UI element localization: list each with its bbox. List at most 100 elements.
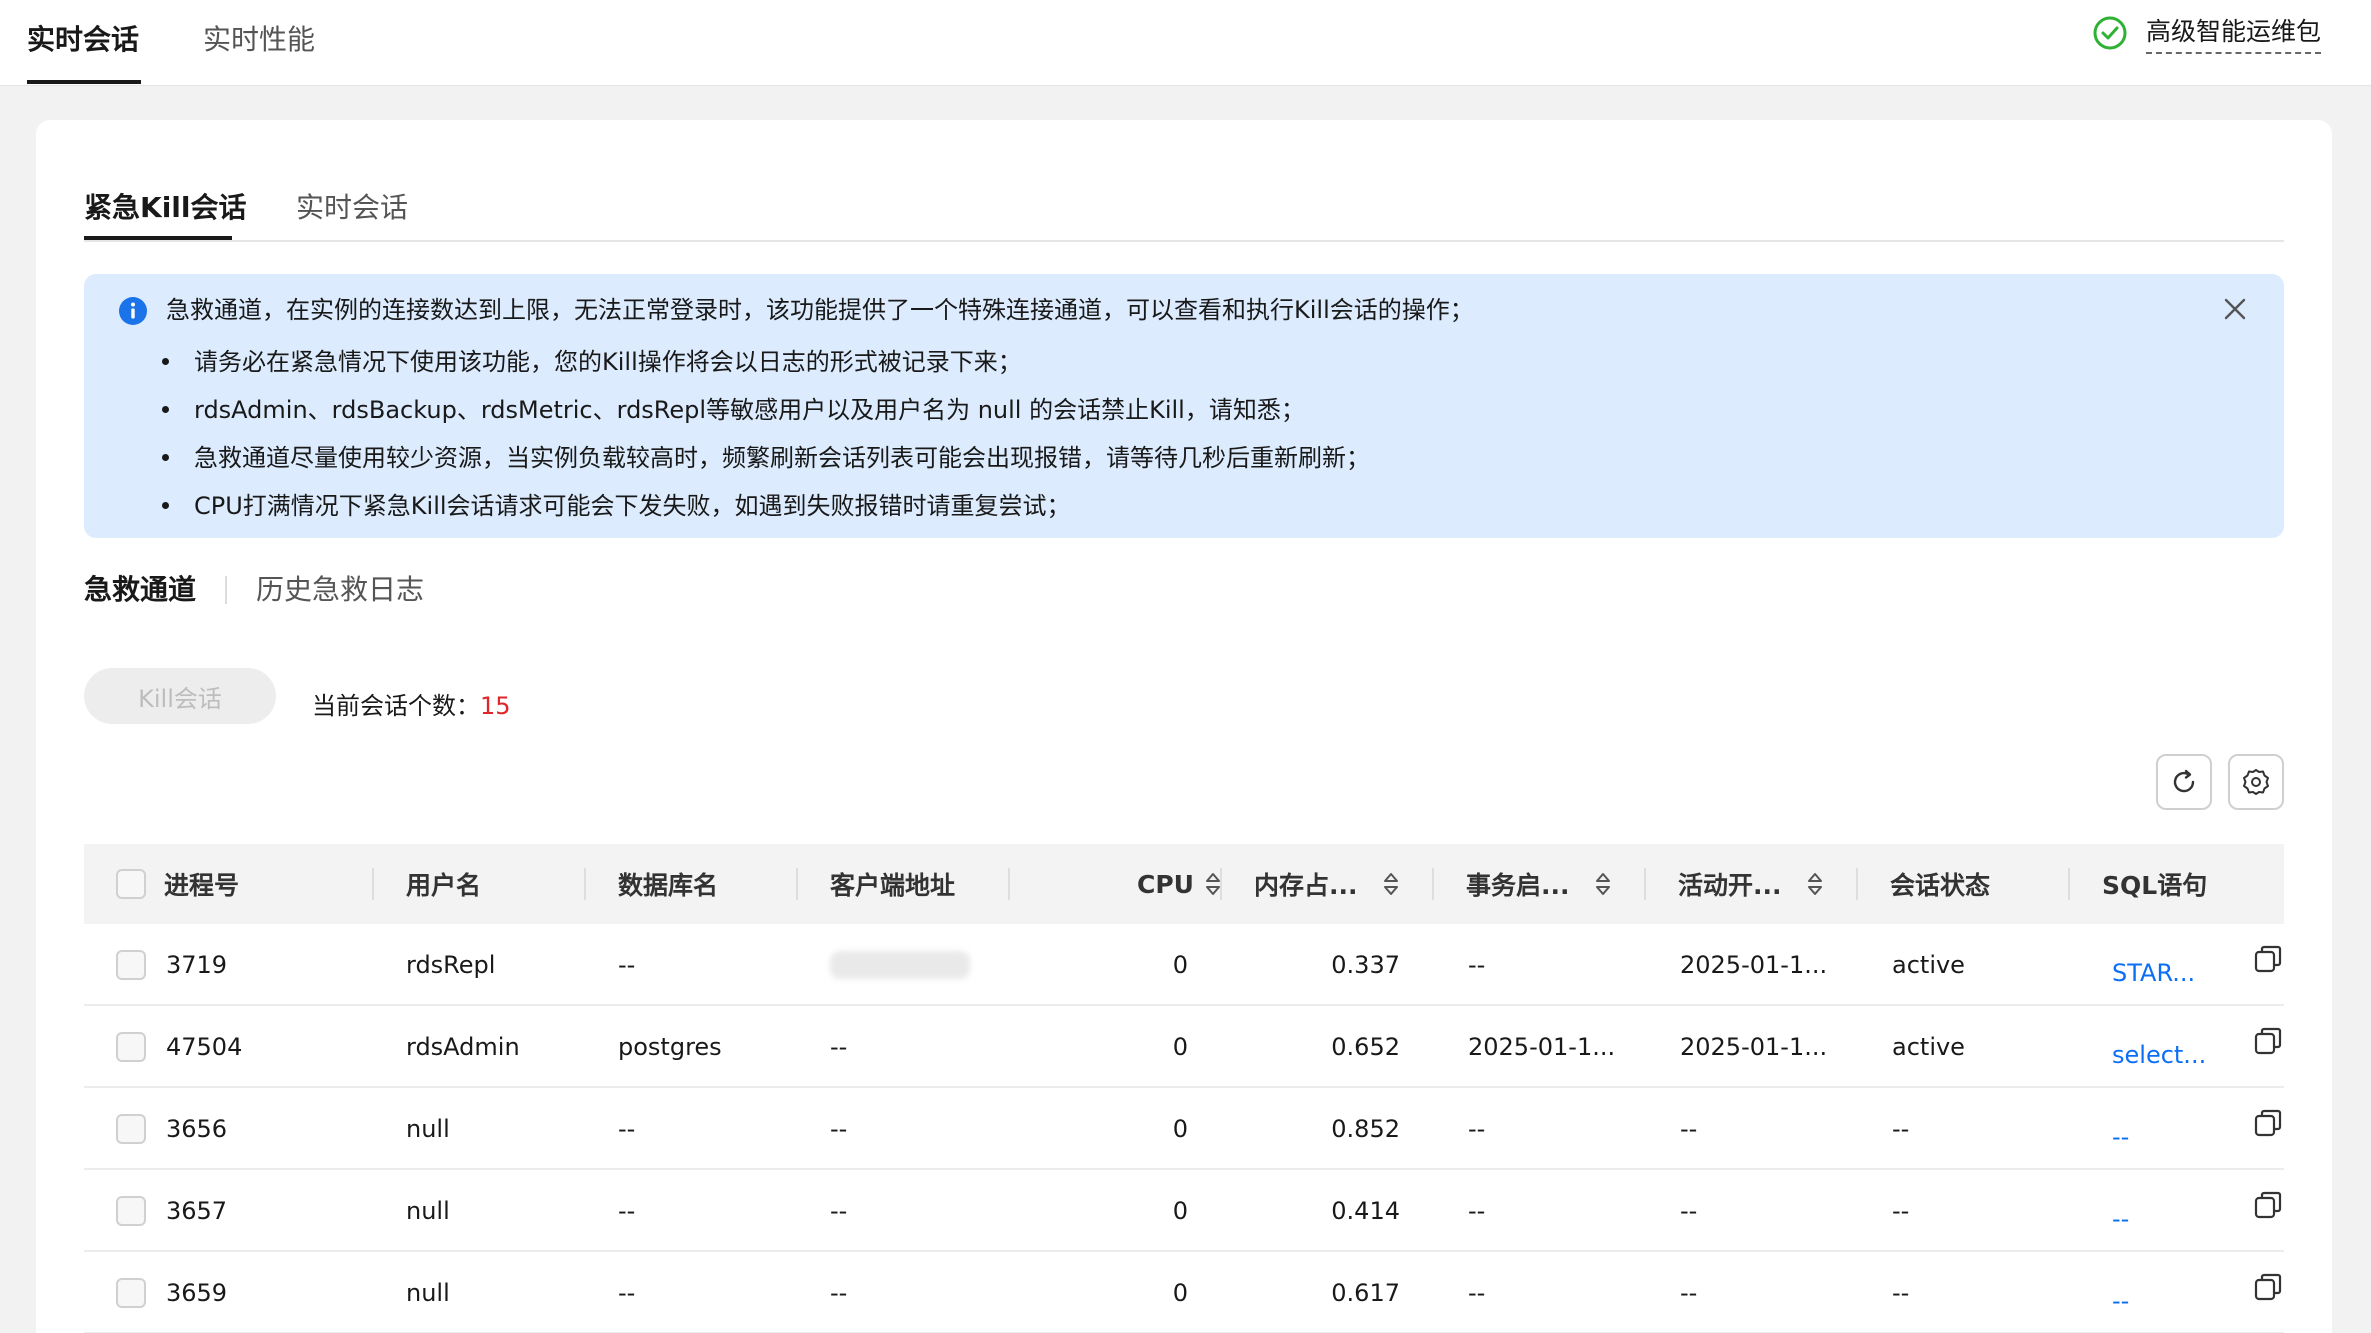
row-checkbox[interactable] [116, 1252, 146, 1333]
sort-icon[interactable] [1382, 871, 1400, 897]
cell-session-status: -- [1892, 1197, 1910, 1225]
cell-sql-link[interactable]: -- [2112, 1260, 2129, 1333]
table-row[interactable]: 3659 null -- -- 0 0.617 -- -- -- -- [84, 1252, 2284, 1333]
cell-sql-link[interactable]: -- [2112, 1178, 2129, 1260]
cell-database: -- [618, 1279, 636, 1307]
kill-session-button[interactable]: Kill会话 [84, 668, 276, 724]
header-cpu[interactable]: CPU [1137, 844, 1222, 924]
header-pid: 进程号 [164, 871, 240, 900]
sub-tabs: 紧急Kill会话 实时会话 [84, 182, 2284, 242]
cell-pid: 3656 [166, 1115, 228, 1143]
cell-activity-start: 2025-01-1... [1680, 1033, 1828, 1061]
notice-banner: 急救通道，在实例的连接数达到上限，无法正常登录时，该功能提供了一个特殊连接通道，… [84, 274, 2284, 538]
cell-transaction-start: -- [1468, 951, 1486, 979]
header-transaction-start[interactable]: 事务启... [1466, 844, 1612, 924]
session-count-value: 15 [480, 692, 511, 720]
row-checkbox[interactable] [116, 1088, 146, 1170]
cell-client-address-redacted [830, 924, 970, 1006]
copy-icon [2254, 1191, 2282, 1219]
cell-sql-link[interactable]: select... [2112, 1014, 2206, 1096]
info-icon [119, 297, 147, 325]
tab-realtime-session[interactable]: 实时会话 [27, 18, 139, 58]
check-circle-icon [2093, 16, 2127, 50]
table-row[interactable]: 3719 rdsRepl -- 0 0.337 -- 2025-01-1... … [84, 924, 2284, 1006]
cell-activity-start: -- [1680, 1279, 1698, 1307]
tab-history-log[interactable]: 历史急救日志 [256, 568, 424, 608]
copy-button[interactable] [2252, 1164, 2284, 1246]
header-client-address: 客户端地址 [830, 871, 956, 900]
ops-package-label[interactable]: 高级智能运维包 [2145, 12, 2321, 54]
cell-username: null [406, 1279, 450, 1307]
notice-item: CPU打满情况下紧急Kill会话请求可能会下发失败，如遇到失败报错时请重复尝试； [162, 482, 1370, 530]
cell-client-address: -- [830, 1197, 848, 1225]
cell-database: -- [618, 1197, 636, 1225]
copy-icon [2254, 945, 2282, 973]
table-row[interactable]: 3657 null -- -- 0 0.414 -- -- -- -- [84, 1170, 2284, 1252]
tab-emergency-kill[interactable]: 紧急Kill会话 [84, 186, 247, 226]
notice-main-text: 急救通道，在实例的连接数达到上限，无法正常登录时，该功能提供了一个特殊连接通道，… [166, 296, 1474, 324]
cell-sql-link[interactable]: -- [2112, 1096, 2129, 1178]
row-checkbox[interactable] [116, 1006, 146, 1088]
cell-pid: 3659 [166, 1279, 228, 1307]
ops-package-link[interactable]: 高级智能运维包 [2092, 12, 2321, 54]
cell-memory: 0.652 [1331, 1033, 1400, 1061]
row-checkbox[interactable] [116, 1170, 146, 1252]
notice-list: 请务必在紧急情况下使用该功能，您的Kill操作将会以日志的形式被记录下来； rd… [162, 338, 1370, 530]
cell-cpu: 0 [1172, 1279, 1188, 1307]
cell-memory: 0.617 [1331, 1279, 1400, 1307]
tab-realtime-performance[interactable]: 实时性能 [203, 18, 315, 58]
cell-database: -- [618, 1115, 636, 1143]
cell-activity-start: -- [1680, 1115, 1698, 1143]
header-username: 用户名 [406, 871, 482, 900]
row-checkbox[interactable] [116, 924, 146, 1006]
cell-pid: 3719 [166, 951, 228, 979]
sort-icon[interactable] [1806, 871, 1824, 897]
header-database: 数据库名 [618, 871, 719, 900]
copy-icon [2254, 1109, 2282, 1137]
select-all-checkbox[interactable] [116, 844, 146, 924]
table-row[interactable]: 47504 rdsAdmin postgres -- 0 0.652 2025-… [84, 1006, 2284, 1088]
cell-transaction-start: -- [1468, 1115, 1486, 1143]
cell-transaction-start: -- [1468, 1279, 1486, 1307]
cell-session-status: -- [1892, 1279, 1910, 1307]
notice-item: 急救通道尽量使用较少资源，当实例负载较高时，频繁刷新会话列表可能会出现报错，请等… [162, 434, 1370, 482]
copy-button[interactable] [2252, 1082, 2284, 1164]
cell-client-address: -- [830, 1279, 848, 1307]
session-count: 当前会话个数：15 [312, 686, 511, 721]
cell-sql-link[interactable]: STAR... [2112, 932, 2195, 1014]
cell-activity-start: -- [1680, 1197, 1698, 1225]
cell-pid: 3657 [166, 1197, 228, 1225]
copy-button[interactable] [2252, 1000, 2284, 1082]
notice-item: rdsAdmin、rdsBackup、rdsMetric、rdsRepl等敏感用… [162, 386, 1370, 434]
cell-memory: 0.414 [1331, 1197, 1400, 1225]
sort-icon[interactable] [1594, 871, 1612, 897]
copy-button[interactable] [2252, 1246, 2284, 1328]
cell-transaction-start: 2025-01-1... [1468, 1033, 1616, 1061]
close-icon[interactable] [2222, 296, 2248, 322]
cell-memory: 0.852 [1331, 1115, 1400, 1143]
copy-button[interactable] [2252, 918, 2284, 1000]
cell-username: null [406, 1115, 450, 1143]
main-card: 紧急Kill会话 实时会话 急救通道，在实例的连接数达到上限，无法正常登录时，该… [36, 120, 2332, 1333]
table-header: 进程号 用户名 数据库名 客户端地址 CPU 内存占... 事务启... 活动开… [84, 844, 2284, 924]
cell-cpu: 0 [1172, 1197, 1188, 1225]
active-subtab-indicator [84, 236, 232, 240]
tab-emergency-channel[interactable]: 急救通道 [84, 568, 196, 608]
cell-username: rdsAdmin [406, 1033, 520, 1061]
copy-icon [2254, 1027, 2282, 1055]
table-row[interactable]: 3656 null -- -- 0 0.852 -- -- -- -- [84, 1088, 2284, 1170]
header-memory[interactable]: 内存占... [1254, 844, 1400, 924]
copy-icon [2254, 1273, 2282, 1301]
cell-session-status: -- [1892, 1115, 1910, 1143]
cell-client-address: -- [830, 1033, 848, 1061]
cell-username: rdsRepl [406, 951, 496, 979]
refresh-button[interactable] [2156, 754, 2212, 810]
gear-icon [2243, 769, 2269, 795]
refresh-icon [2173, 769, 2195, 793]
cell-database: postgres [618, 1033, 722, 1061]
settings-button[interactable] [2228, 754, 2284, 810]
cell-database: -- [618, 951, 636, 979]
header-activity-start[interactable]: 活动开... [1678, 844, 1824, 924]
tab-realtime-session-sub[interactable]: 实时会话 [296, 186, 408, 226]
cell-session-status: active [1892, 951, 1965, 979]
